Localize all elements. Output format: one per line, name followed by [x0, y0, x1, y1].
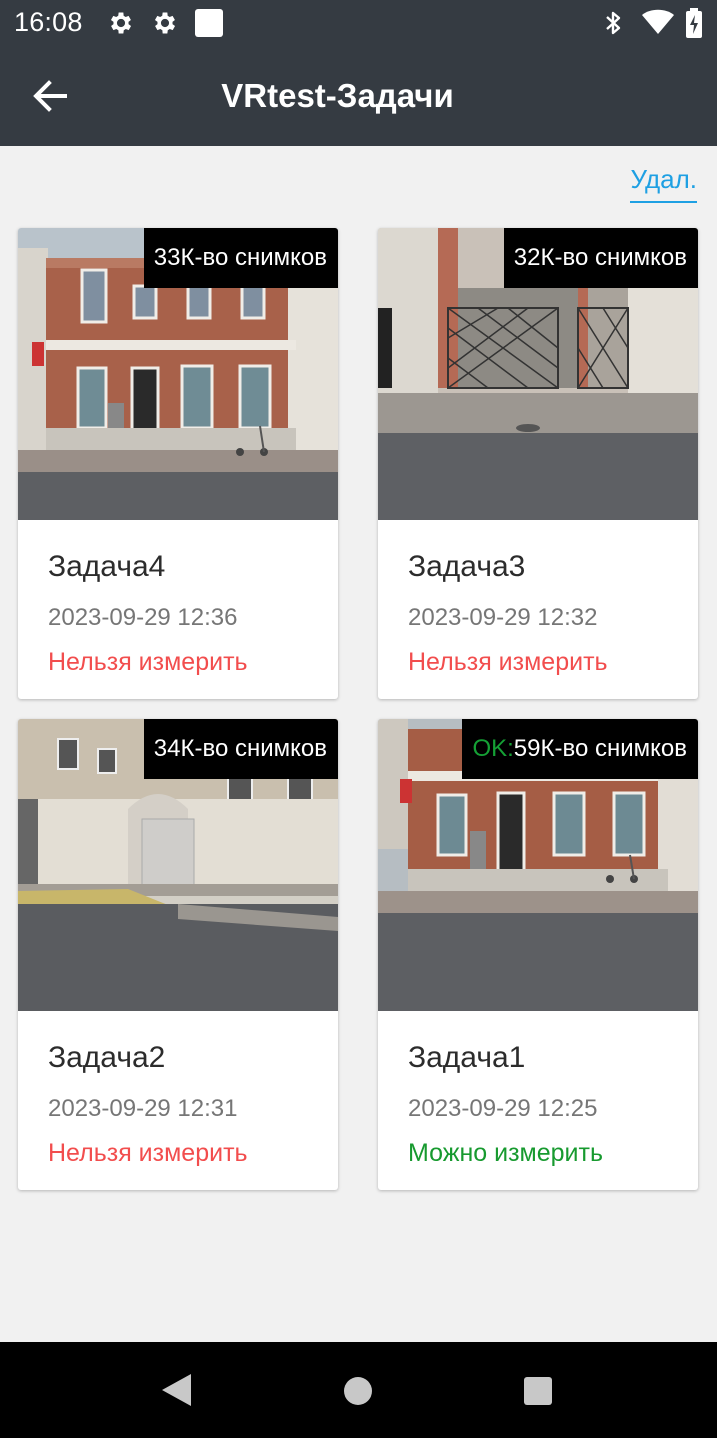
task-card[interactable]: 32К-во снимков Задача3 2023-09-29 12:32 … [378, 228, 698, 699]
photo-count-badge: 33К-во снимков [143, 228, 338, 288]
delete-button[interactable]: Удал. [630, 164, 697, 203]
photo-count: 59К-во снимков [513, 735, 687, 762]
task-title: Задача3 [408, 550, 526, 583]
nav-back-icon[interactable] [159, 1372, 193, 1408]
task-status: Нельзя измерить [48, 1139, 248, 1167]
photo-count-badge: 34К-во снимков [143, 719, 338, 779]
photo-count: 34К-во снимков [153, 735, 327, 762]
gear-icon [154, 12, 176, 34]
task-status: Нельзя измерить [408, 648, 608, 676]
nav-recents-icon[interactable] [522, 1375, 554, 1407]
task-status: Нельзя измерить [48, 648, 248, 676]
photo-count: 32К-во снимков [513, 244, 687, 271]
bluetooth-icon [606, 11, 621, 35]
gear-icon [110, 12, 132, 34]
task-date: 2023-09-29 12:31 [48, 1095, 238, 1122]
photo-count-badge: 32К-во снимков [503, 228, 698, 288]
nav-home-icon[interactable] [342, 1375, 374, 1407]
photo-count-badge: OK:59К-во снимков [462, 719, 698, 779]
system-nav-bar [0, 1342, 717, 1438]
task-title: Задача1 [408, 1041, 526, 1074]
task-date: 2023-09-29 12:32 [408, 604, 598, 631]
blank-square-icon [195, 9, 223, 37]
task-title: Задача4 [48, 550, 166, 583]
task-title: Задача2 [48, 1041, 166, 1074]
task-card[interactable]: OK:59К-во снимков Задача1 2023-09-29 12:… [378, 719, 698, 1190]
photo-count: 33К-во снимков [153, 244, 327, 271]
page-title: VRtest-Задачи [0, 77, 717, 115]
status-time: 16:08 [14, 7, 83, 37]
app-bar: VRtest-Задачи [0, 46, 717, 146]
task-card[interactable]: 33К-во снимков Задача4 2023-09-29 12:36 … [18, 228, 338, 699]
ok-prefix: OK: [472, 735, 514, 762]
task-card[interactable]: 34К-во снимков Задача2 2023-09-29 12:31 … [18, 719, 338, 1190]
wifi-icon [642, 9, 674, 34]
status-bar: 16:08 [0, 0, 717, 46]
task-date: 2023-09-29 12:25 [408, 1095, 598, 1122]
task-date: 2023-09-29 12:36 [48, 604, 238, 631]
battery-charging-icon [686, 8, 702, 38]
task-status: Можно измерить [408, 1139, 603, 1167]
page-title-text: VRtest-Задачи [221, 77, 454, 114]
